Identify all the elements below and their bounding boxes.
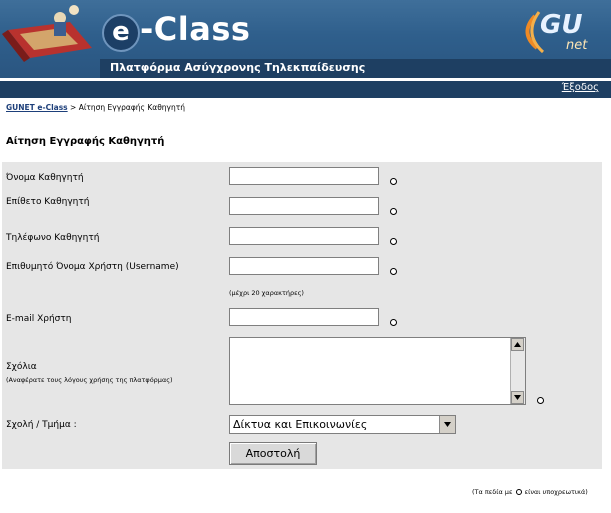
logout-link[interactable]: Έξοδος xyxy=(562,82,599,93)
eclass-logo-mark: e xyxy=(102,14,140,52)
phone-input[interactable] xyxy=(229,227,379,245)
required-marker-icon xyxy=(390,178,397,185)
footnote-before: (Τα πεδία με xyxy=(472,488,513,496)
username-input[interactable] xyxy=(229,257,379,275)
comments-label: Σχόλια xyxy=(6,362,37,372)
page-title: Αίτηση Εγγραφής Καθηγητή xyxy=(6,136,165,147)
platform-subtitle: Πλατφόρμα Ασύγχρονης Τηλεκπαίδευσης xyxy=(110,61,366,74)
scroll-down-button[interactable] xyxy=(511,391,524,404)
required-marker-icon xyxy=(390,238,397,245)
required-fields-note: (Τα πεδία με είναι υποχρεωτικά) xyxy=(472,488,588,496)
required-marker-icon xyxy=(390,268,397,275)
gunet-logo-gu: GU xyxy=(540,10,583,40)
username-hint: (μέχρι 20 χαρακτήρες) xyxy=(229,289,304,297)
required-marker-icon xyxy=(515,489,522,495)
last-name-input[interactable] xyxy=(229,197,379,215)
department-selected-value: Δίκτυα και Επικοινωνίες xyxy=(233,418,368,431)
required-marker-icon xyxy=(537,397,544,404)
breadcrumb-home-link[interactable]: GUNET e-Class xyxy=(6,103,68,112)
scroll-up-button[interactable] xyxy=(511,338,524,351)
eclass-logo-text: -Class xyxy=(140,10,251,48)
nav-bar xyxy=(0,81,611,98)
username-label: Επιθυμητό Όνομα Χρήστη (Username) xyxy=(6,262,179,272)
chevron-down-icon xyxy=(444,422,451,427)
comments-hint: (Αναφέρατε τους λόγους χρήσης της πλατφό… xyxy=(6,376,173,384)
department-label: Σχολή / Τμήμα : xyxy=(6,420,77,430)
arrow-down-icon xyxy=(514,395,521,400)
comments-scrollbar[interactable] xyxy=(510,338,525,404)
breadcrumb: GUNET e-Class > Αίτηση Εγγραφής Καθηγητή xyxy=(6,103,185,112)
footnote-after: είναι υποχρεωτικά) xyxy=(524,488,588,496)
email-input[interactable] xyxy=(229,308,379,326)
first-name-label: Όνομα Καθηγητή xyxy=(6,173,84,183)
breadcrumb-current: Αίτηση Εγγραφής Καθηγητή xyxy=(78,103,186,112)
first-name-input[interactable] xyxy=(229,167,379,185)
flying-carpet-illustration xyxy=(2,5,92,62)
comments-textarea[interactable] xyxy=(229,337,526,405)
last-name-label: Επίθετο Καθηγητή xyxy=(6,197,90,207)
phone-label: Τηλέφωνο Καθηγητή xyxy=(6,233,100,243)
gunet-logo-net: net xyxy=(566,38,588,53)
arrow-up-icon xyxy=(514,342,521,347)
department-select[interactable]: Δίκτυα και Επικοινωνίες xyxy=(229,415,456,434)
submit-button[interactable]: Αποστολή xyxy=(229,442,317,465)
required-marker-icon xyxy=(390,319,397,326)
dropdown-arrow-button[interactable] xyxy=(439,416,455,433)
email-label: E-mail Χρήστη xyxy=(6,314,72,324)
breadcrumb-separator: > xyxy=(67,103,79,112)
required-marker-icon xyxy=(390,208,397,215)
